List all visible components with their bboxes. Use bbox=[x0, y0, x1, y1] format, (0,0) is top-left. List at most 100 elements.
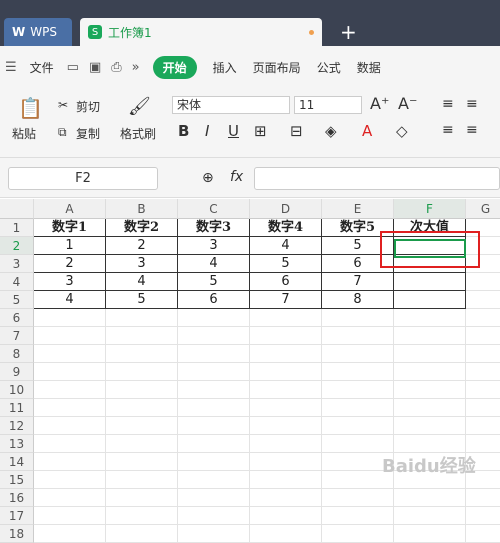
cell-A13[interactable] bbox=[34, 435, 106, 453]
cell-A10[interactable] bbox=[34, 381, 106, 399]
font-color-icon[interactable]: A bbox=[362, 122, 372, 140]
cell-C16[interactable] bbox=[178, 489, 250, 507]
cell-D3[interactable]: 5 bbox=[250, 255, 322, 273]
cut-icon[interactable]: ✂ bbox=[58, 98, 68, 112]
cell-E16[interactable] bbox=[322, 489, 394, 507]
cell-E4[interactable]: 7 bbox=[322, 273, 394, 291]
cell-A7[interactable] bbox=[34, 327, 106, 345]
cell-F8[interactable] bbox=[394, 345, 466, 363]
cell-E7[interactable] bbox=[322, 327, 394, 345]
cell-F6[interactable] bbox=[394, 309, 466, 327]
cell-G17[interactable] bbox=[466, 507, 500, 525]
cell-G12[interactable] bbox=[466, 417, 500, 435]
column-header-A[interactable]: A bbox=[34, 199, 106, 219]
cell-E9[interactable] bbox=[322, 363, 394, 381]
cell-F10[interactable] bbox=[394, 381, 466, 399]
cell-A3[interactable]: 2 bbox=[34, 255, 106, 273]
cell-C8[interactable] bbox=[178, 345, 250, 363]
cell-E5[interactable]: 8 bbox=[322, 291, 394, 309]
cell-A16[interactable] bbox=[34, 489, 106, 507]
cell-E12[interactable] bbox=[322, 417, 394, 435]
cell-C12[interactable] bbox=[178, 417, 250, 435]
cell-F18[interactable] bbox=[394, 525, 466, 543]
cell-C7[interactable] bbox=[178, 327, 250, 345]
copy-button[interactable]: 复制 bbox=[76, 125, 100, 142]
cell-D6[interactable] bbox=[250, 309, 322, 327]
cell-C9[interactable] bbox=[178, 363, 250, 381]
cell-F5[interactable] bbox=[394, 291, 466, 309]
cell-A1[interactable]: 数字1 bbox=[34, 219, 106, 237]
cell-D7[interactable] bbox=[250, 327, 322, 345]
cell-E6[interactable] bbox=[322, 309, 394, 327]
cell-A11[interactable] bbox=[34, 399, 106, 417]
cell-B4[interactable]: 4 bbox=[106, 273, 178, 291]
cell-B13[interactable] bbox=[106, 435, 178, 453]
cell-F4[interactable] bbox=[394, 273, 466, 291]
cell-E17[interactable] bbox=[322, 507, 394, 525]
cell-C2[interactable]: 3 bbox=[178, 237, 250, 255]
cell-A18[interactable] bbox=[34, 525, 106, 543]
cell-C15[interactable] bbox=[178, 471, 250, 489]
row-header-18[interactable]: 18 bbox=[0, 525, 34, 543]
cell-D4[interactable]: 6 bbox=[250, 273, 322, 291]
tab-page-layout[interactable]: 页面布局 bbox=[253, 59, 301, 76]
cell-D18[interactable] bbox=[250, 525, 322, 543]
font-size-select[interactable]: 11 bbox=[294, 96, 362, 114]
italic-icon[interactable]: I bbox=[205, 122, 209, 140]
cell-C3[interactable]: 4 bbox=[178, 255, 250, 273]
cell-D1[interactable]: 数字4 bbox=[250, 219, 322, 237]
cell-C1[interactable]: 数字3 bbox=[178, 219, 250, 237]
row-header-3[interactable]: 3 bbox=[0, 255, 34, 273]
row-header-10[interactable]: 10 bbox=[0, 381, 34, 399]
row-header-16[interactable]: 16 bbox=[0, 489, 34, 507]
cell-F13[interactable] bbox=[394, 435, 466, 453]
print-icon[interactable]: ⎙ bbox=[111, 60, 121, 75]
align-top-icon[interactable]: ≡ bbox=[442, 96, 454, 112]
row-header-6[interactable]: 6 bbox=[0, 309, 34, 327]
cell-F11[interactable] bbox=[394, 399, 466, 417]
cell-G13[interactable] bbox=[466, 435, 500, 453]
cell-C14[interactable] bbox=[178, 453, 250, 471]
decrease-font-icon[interactable]: A⁻ bbox=[398, 94, 417, 113]
cell-C11[interactable] bbox=[178, 399, 250, 417]
cell-E10[interactable] bbox=[322, 381, 394, 399]
cell-B8[interactable] bbox=[106, 345, 178, 363]
open-icon[interactable]: ▭ bbox=[67, 60, 79, 75]
cell-B15[interactable] bbox=[106, 471, 178, 489]
row-header-12[interactable]: 12 bbox=[0, 417, 34, 435]
cell-F16[interactable] bbox=[394, 489, 466, 507]
cell-G6[interactable] bbox=[466, 309, 500, 327]
cell-F12[interactable] bbox=[394, 417, 466, 435]
cell-G9[interactable] bbox=[466, 363, 500, 381]
cell-G18[interactable] bbox=[466, 525, 500, 543]
cell-D2[interactable]: 4 bbox=[250, 237, 322, 255]
cell-A8[interactable] bbox=[34, 345, 106, 363]
row-header-17[interactable]: 17 bbox=[0, 507, 34, 525]
cell-D16[interactable] bbox=[250, 489, 322, 507]
format-painter-icon[interactable]: 🖌 bbox=[128, 96, 151, 117]
cell-B18[interactable] bbox=[106, 525, 178, 543]
cell-G8[interactable] bbox=[466, 345, 500, 363]
cell-B3[interactable]: 3 bbox=[106, 255, 178, 273]
underline-icon[interactable]: U bbox=[228, 122, 239, 140]
cell-E11[interactable] bbox=[322, 399, 394, 417]
clear-icon[interactable]: ◇ bbox=[396, 122, 408, 140]
cell-C5[interactable]: 6 bbox=[178, 291, 250, 309]
row-header-7[interactable]: 7 bbox=[0, 327, 34, 345]
cell-C6[interactable] bbox=[178, 309, 250, 327]
cell-D11[interactable] bbox=[250, 399, 322, 417]
tab-insert[interactable]: 插入 bbox=[213, 59, 237, 76]
row-header-9[interactable]: 9 bbox=[0, 363, 34, 381]
cell-D15[interactable] bbox=[250, 471, 322, 489]
format-painter-button[interactable]: 格式刷 bbox=[120, 125, 156, 142]
cell-B7[interactable] bbox=[106, 327, 178, 345]
cell-A9[interactable] bbox=[34, 363, 106, 381]
cell-D14[interactable] bbox=[250, 453, 322, 471]
cell-D12[interactable] bbox=[250, 417, 322, 435]
cell-A14[interactable] bbox=[34, 453, 106, 471]
align-left-icon[interactable]: ≡ bbox=[442, 122, 454, 138]
cell-C10[interactable] bbox=[178, 381, 250, 399]
tab-workbook[interactable]: S 工作簿1 bbox=[80, 18, 322, 46]
tab-wps[interactable]: W WPS bbox=[4, 18, 72, 46]
formula-input[interactable] bbox=[254, 167, 500, 190]
